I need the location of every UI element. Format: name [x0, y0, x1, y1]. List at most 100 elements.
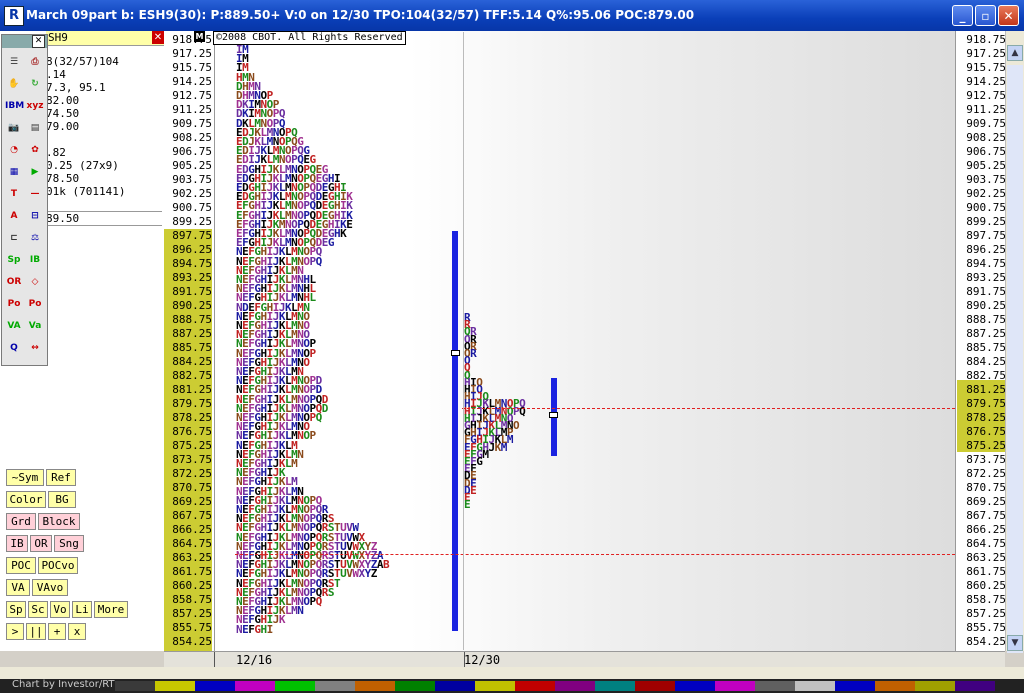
more-button[interactable]: More [94, 601, 128, 618]
play-icon[interactable]: ▶ [26, 163, 44, 181]
scale-icon[interactable]: ⚖ [26, 229, 44, 247]
vo-button[interactable]: Vo [50, 601, 70, 618]
scroll-up-icon[interactable]: ▲ [1007, 45, 1023, 61]
price-label: 909.75 [966, 117, 1006, 130]
close-button[interactable]: ✕ [998, 5, 1019, 26]
poc-button[interactable]: POC [6, 557, 36, 574]
pocvo-button[interactable]: POCvo [38, 557, 78, 574]
block-button[interactable]: Block [38, 513, 80, 530]
profile-row: E [464, 498, 471, 512]
price-label: 854.25 [172, 635, 212, 648]
price-label: 884.25 [966, 355, 1006, 368]
price-label: 863.25 [966, 551, 1006, 564]
scroll-down-icon[interactable]: ▼ [1007, 635, 1023, 651]
price-label: 900.75 [172, 201, 212, 214]
price-label: 911.25 [966, 103, 1006, 116]
horizontal-scrollbar[interactable] [0, 667, 1024, 679]
ruler-icon[interactable]: ⊟ [26, 207, 44, 225]
vavo-icon[interactable]: Va [26, 317, 44, 335]
grid-button[interactable]: Grd [6, 513, 36, 530]
sp-button[interactable]: Sp [6, 601, 26, 618]
price-label: 875.25 [966, 439, 1006, 452]
close-symbol-icon[interactable]: ✕ [152, 31, 164, 44]
price-label: 891.75 [172, 285, 212, 298]
window-title: March 09part b: ESH9(30): P:889.50+ V:0 … [26, 8, 695, 22]
vavo-button[interactable]: VAvo [32, 579, 68, 596]
toolbox-header[interactable]: ✕ [2, 35, 47, 48]
price-label: 897.75 [172, 229, 212, 242]
pie-icon[interactable]: ◔ [5, 141, 23, 159]
price-label: 860.25 [172, 579, 212, 592]
or-button[interactable]: OR [30, 535, 52, 552]
sym-button[interactable]: ~Sym [6, 469, 44, 486]
bracket-icon[interactable]: ⊏ [5, 229, 23, 247]
price-label: 860.25 [966, 579, 1006, 592]
vertical-scrollbar[interactable]: ▲ ▼ [1005, 31, 1024, 653]
va-button[interactable]: VA [6, 579, 30, 596]
color-swatch [235, 681, 275, 691]
m-marker-icon[interactable]: M [194, 31, 205, 42]
price-label: 863.25 [172, 551, 212, 564]
print-icon[interactable]: ⎙ [26, 53, 44, 71]
ibm-icon[interactable]: IBM [5, 97, 24, 115]
price-label: 906.75 [172, 145, 212, 158]
ib-button[interactable]: IB [6, 535, 28, 552]
price-label: 899.25 [172, 215, 212, 228]
bg-button[interactable]: BG [48, 491, 76, 508]
price-label: 878.25 [966, 411, 1006, 424]
pocvo-icon[interactable]: Po [26, 295, 44, 313]
right-price-scale: 918.75 917.25 915.75 914.25 912.75 911.25 909.… [955, 31, 1006, 651]
va-icon[interactable]: VA [5, 317, 23, 335]
poc-icon[interactable]: Po [5, 295, 23, 313]
color-button[interactable]: Color [6, 491, 46, 508]
ts-icon[interactable]: T [5, 185, 23, 203]
color-swatch [755, 681, 795, 691]
play-button[interactable]: > [6, 623, 24, 640]
scroll-track[interactable] [1007, 65, 1023, 653]
color-swatch [475, 681, 515, 691]
maximize-button[interactable]: ▫ [975, 5, 996, 26]
minimize-button[interactable]: _ [952, 5, 973, 26]
ref-button[interactable]: Ref [46, 469, 76, 486]
single-prints-button[interactable]: Sng [54, 535, 84, 552]
add-button[interactable]: + [48, 623, 66, 640]
li-button[interactable]: Li [72, 601, 92, 618]
price-label: 909.75 [172, 117, 212, 130]
info-line: 0.25 (27x9) [46, 159, 119, 172]
grid-icon[interactable]: ▦ [5, 163, 23, 181]
toolbox-close-icon[interactable]: ✕ [32, 35, 45, 48]
xyz-icon[interactable]: xyz [26, 97, 44, 115]
zoom-icon[interactable]: Q [5, 339, 23, 357]
pause-button[interactable]: || [26, 623, 46, 640]
price-label: 857.25 [172, 607, 212, 620]
sp-icon[interactable]: Sp [5, 251, 23, 269]
price-label: 882.75 [172, 369, 212, 382]
price-label: 872.25 [172, 467, 212, 480]
price-label: 867.75 [966, 509, 1006, 522]
color-swatch [875, 681, 915, 691]
symbol-field[interactable]: SH9 ✕ [46, 31, 164, 46]
text-icon[interactable]: A [5, 207, 23, 225]
left-price-scale: 918.75 917.25 915.75 914.25 912.75 911.25 909.… [164, 31, 215, 651]
ib-icon[interactable]: IB [26, 251, 44, 269]
info-line: 74.50 [46, 107, 80, 120]
arrows-icon[interactable]: ↔ [26, 339, 44, 357]
list-icon[interactable]: ☰ [5, 53, 23, 71]
remove-button[interactable]: x [68, 623, 86, 640]
price-label: 882.75 [966, 369, 1006, 382]
diamond-icon[interactable]: ◇ [26, 273, 44, 291]
camera-icon[interactable]: 📷 [5, 119, 23, 137]
hand-icon[interactable]: ✋ [5, 75, 23, 93]
notes-icon[interactable]: ▤ [26, 119, 44, 137]
info-line: 8(32/57)104 [46, 55, 119, 68]
line-icon[interactable]: — [26, 185, 44, 203]
price-label: 899.25 [966, 215, 1006, 228]
sc-button[interactable]: Sc [28, 601, 48, 618]
color-swatch [275, 681, 315, 691]
color-wheel-icon[interactable]: ✿ [26, 141, 44, 159]
price-label: 864.75 [966, 537, 1006, 550]
refresh-icon[interactable]: ↻ [26, 75, 44, 93]
or-icon[interactable]: OR [5, 273, 23, 291]
price-label: 854.25 [966, 635, 1006, 648]
poc-marker-1230 [549, 412, 558, 418]
